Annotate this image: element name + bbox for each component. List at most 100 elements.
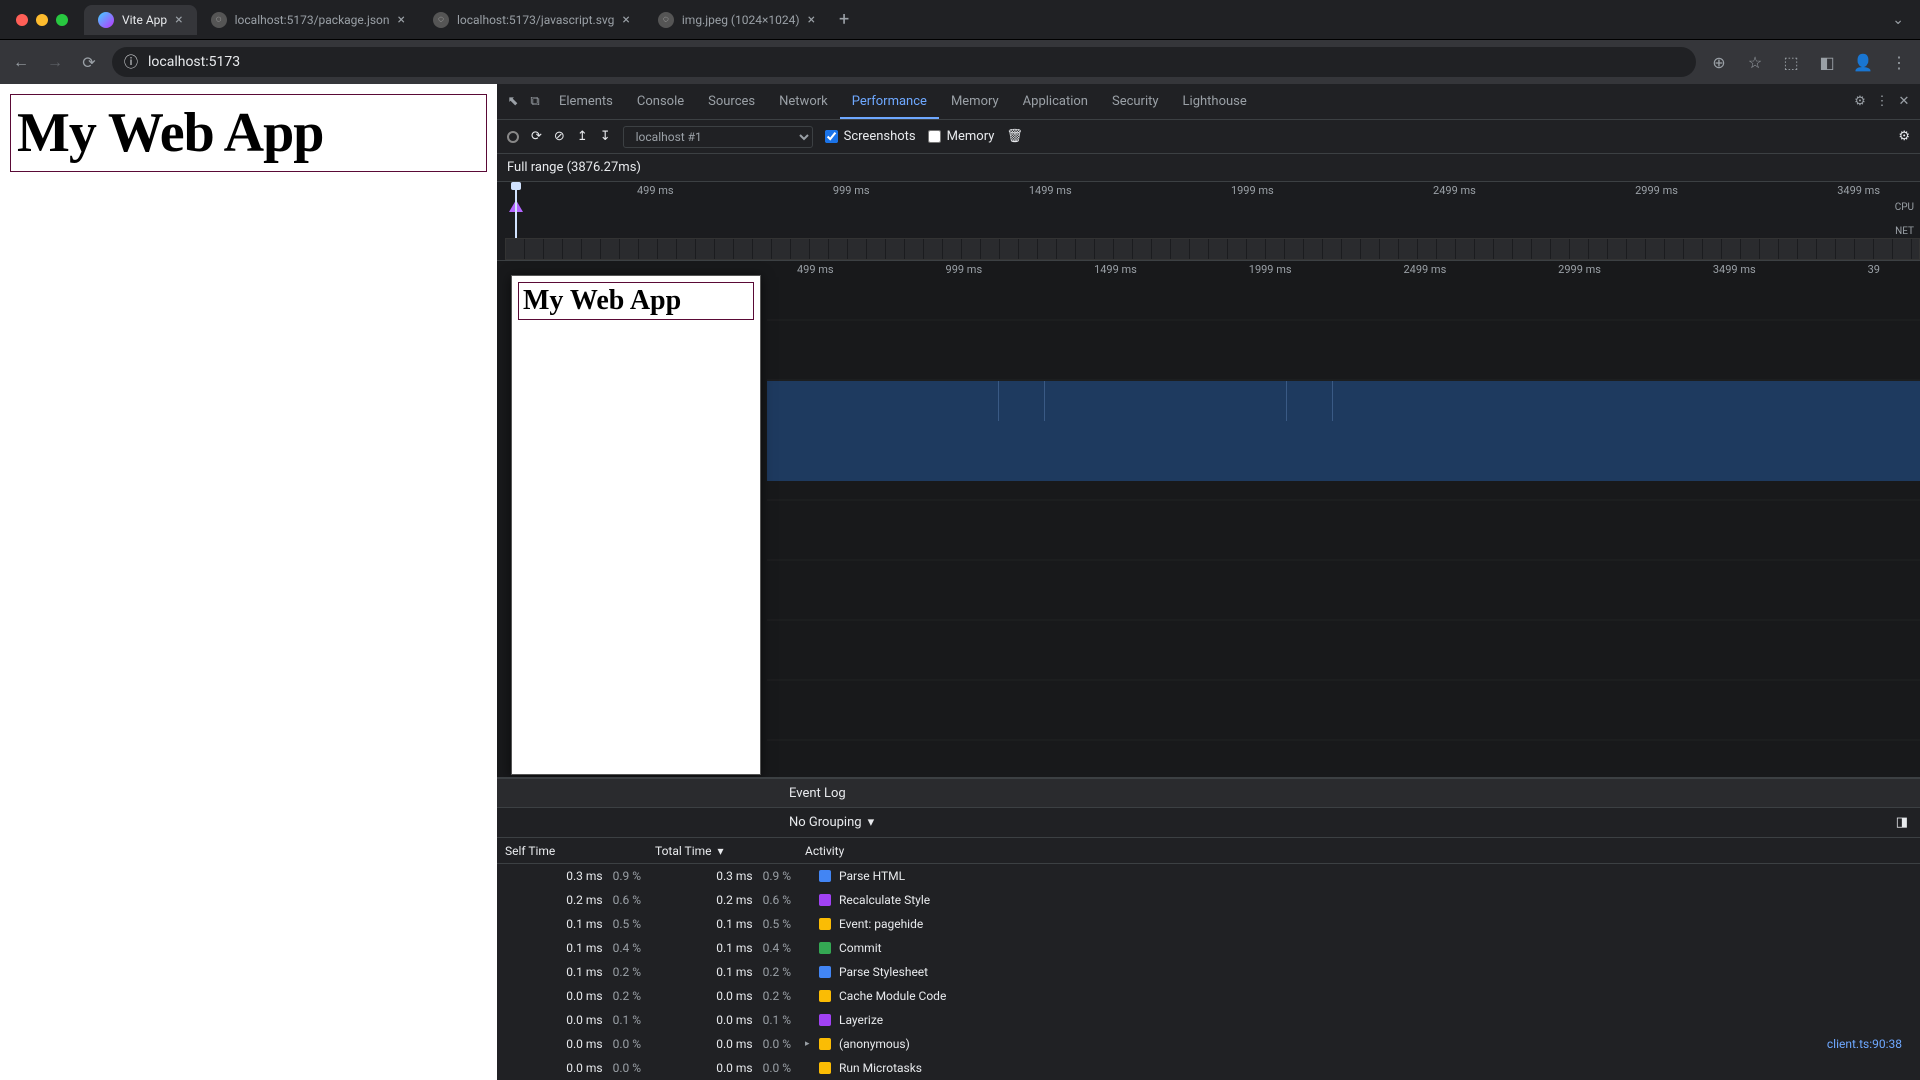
tab-overflow-button[interactable]: ⌄: [1892, 12, 1904, 28]
source-link[interactable]: client.ts:90:38: [1827, 1037, 1912, 1051]
col-activity[interactable]: Activity: [805, 844, 1912, 858]
activity-name: Event: pagehide: [839, 917, 923, 931]
activity-name: (anonymous): [839, 1037, 910, 1051]
filmstrip: [505, 238, 1920, 260]
table-row[interactable]: 0.3 ms0.9 % 0.3 ms0.9 % Parse HTML: [497, 864, 1920, 888]
activity-color-swatch: [819, 870, 831, 882]
main-thread-band: [767, 381, 1920, 481]
grouping-bar: No Grouping ▾ ◨: [497, 808, 1920, 838]
grouping-select[interactable]: No Grouping ▾: [789, 815, 874, 830]
expand-icon[interactable]: ▸: [805, 1039, 811, 1049]
menu-icon[interactable]: ⋮: [1888, 51, 1910, 73]
activity-color-swatch: [819, 990, 831, 1002]
site-info-icon[interactable]: ⓘ: [124, 52, 138, 72]
window-titlebar: Vite App×◌localhost:5173/package.json×◌l…: [0, 0, 1920, 40]
close-tab-icon[interactable]: ×: [808, 12, 815, 28]
zoom-icon[interactable]: ⊕: [1708, 51, 1730, 73]
activity-name: Parse Stylesheet: [839, 965, 928, 979]
devtools-panel: ⬉ ⧉ ElementsConsoleSourcesNetworkPerform…: [497, 84, 1920, 1080]
devtools-tab-sources[interactable]: Sources: [696, 86, 767, 117]
devtools-tab-security[interactable]: Security: [1100, 86, 1171, 117]
url-input[interactable]: ⓘ localhost:5173: [112, 47, 1696, 77]
download-button[interactable]: ↧: [600, 129, 611, 144]
devtools-tab-memory[interactable]: Memory: [939, 86, 1011, 117]
screenshot-heading: My Web App: [518, 282, 754, 320]
event-log-tab[interactable]: Event Log: [497, 778, 1920, 808]
maximize-window-button[interactable]: [56, 14, 68, 26]
collect-garbage-icon[interactable]: 🗑: [1006, 129, 1023, 144]
activity-color-swatch: [819, 894, 831, 906]
page-viewport: My Web App: [0, 84, 497, 1080]
devtools-tab-performance[interactable]: Performance: [840, 86, 939, 119]
sort-desc-icon: ▾: [718, 844, 724, 858]
toggle-pane-icon[interactable]: ◨: [1896, 815, 1908, 830]
tick-label: 999 ms: [833, 184, 870, 197]
table-row[interactable]: 0.1 ms0.5 % 0.1 ms0.5 % Event: pagehide: [497, 912, 1920, 936]
memory-checkbox-input[interactable]: [928, 130, 941, 143]
chevron-down-icon: ▾: [868, 815, 875, 830]
devtools-close-icon[interactable]: ✕: [1894, 94, 1914, 109]
devtools-menu-icon[interactable]: ⋮: [1872, 94, 1892, 109]
devtools-tab-application[interactable]: Application: [1011, 86, 1100, 117]
new-tab-button[interactable]: +: [829, 9, 859, 30]
tick-label: 1499 ms: [1029, 184, 1072, 197]
settings-icon[interactable]: ⚙: [1850, 94, 1870, 109]
back-button[interactable]: ←: [10, 51, 32, 73]
table-row[interactable]: 0.1 ms0.2 % 0.1 ms0.2 % Parse Stylesheet: [497, 960, 1920, 984]
overview-range-handle[interactable]: [515, 186, 517, 238]
devtools-tab-strip: ⬉ ⧉ ElementsConsoleSourcesNetworkPerform…: [497, 84, 1920, 120]
table-row[interactable]: 0.0 ms0.0 % 0.0 ms0.0 % ▸ (anonymous) cl…: [497, 1032, 1920, 1056]
activity-color-swatch: [819, 918, 831, 930]
tab-title: localhost:5173/package.json: [235, 13, 390, 27]
activity-color-swatch: [819, 1038, 831, 1050]
timeline-overview[interactable]: 499 ms999 ms1499 ms1999 ms2499 ms2999 ms…: [497, 181, 1920, 261]
favicon-icon: [98, 12, 114, 28]
browser-tabs: Vite App×◌localhost:5173/package.json×◌l…: [84, 0, 829, 39]
browser-tab[interactable]: ◌img.jpeg (1024×1024)×: [644, 5, 829, 35]
record-button[interactable]: [507, 131, 519, 143]
table-row[interactable]: 0.2 ms0.6 % 0.2 ms0.6 % Recalculate Styl…: [497, 888, 1920, 912]
activity-name: Cache Module Code: [839, 989, 946, 1003]
minimize-window-button[interactable]: [36, 14, 48, 26]
table-row[interactable]: 0.0 ms0.1 % 0.0 ms0.1 % Layerize: [497, 1008, 1920, 1032]
col-self-time[interactable]: Self Time: [505, 844, 655, 858]
close-tab-icon[interactable]: ×: [622, 12, 629, 28]
clear-button[interactable]: ⊘: [554, 129, 565, 144]
reload-button[interactable]: ⟳: [78, 51, 100, 73]
flame-chart[interactable]: 499 ms999 ms1499 ms1999 ms2499 ms2999 ms…: [497, 261, 1920, 778]
col-total-time[interactable]: Total Time ▾: [655, 844, 805, 858]
cpu-label: CPU: [1895, 202, 1914, 213]
screenshots-checkbox-input[interactable]: [825, 130, 838, 143]
table-row[interactable]: 0.0 ms0.2 % 0.0 ms0.2 % Cache Module Cod…: [497, 984, 1920, 1008]
devtools-tab-console[interactable]: Console: [625, 86, 696, 117]
memory-checkbox[interactable]: Memory: [928, 129, 995, 144]
inspect-icon[interactable]: ⬉: [503, 94, 523, 109]
close-window-button[interactable]: [16, 14, 28, 26]
table-row[interactable]: 0.0 ms0.0 % 0.0 ms0.0 % Run Microtasks: [497, 1056, 1920, 1080]
range-label: Full range (3876.27ms): [497, 154, 1920, 181]
traffic-lights: [0, 14, 84, 26]
bookmark-icon[interactable]: ☆: [1744, 51, 1766, 73]
table-row[interactable]: 0.1 ms0.4 % 0.1 ms0.4 % Commit: [497, 936, 1920, 960]
devtools-tab-network[interactable]: Network: [767, 86, 840, 117]
close-tab-icon[interactable]: ×: [397, 12, 404, 28]
browser-tab[interactable]: Vite App×: [84, 5, 197, 35]
profile-icon[interactable]: 👤: [1852, 51, 1874, 73]
performance-settings-icon[interactable]: ⚙: [1898, 129, 1910, 144]
browser-tab[interactable]: ◌localhost:5173/package.json×: [197, 5, 419, 35]
close-tab-icon[interactable]: ×: [175, 12, 182, 28]
favicon-icon: ◌: [658, 12, 674, 28]
recording-select[interactable]: localhost #1: [623, 126, 813, 148]
activity-name: Run Microtasks: [839, 1061, 922, 1075]
devtools-tab-elements[interactable]: Elements: [547, 86, 625, 117]
screenshots-checkbox[interactable]: Screenshots: [825, 129, 916, 144]
device-toggle-icon[interactable]: ⧉: [525, 94, 545, 109]
sidepanel-icon[interactable]: ◧: [1816, 51, 1838, 73]
activity-name: Recalculate Style: [839, 893, 930, 907]
devtools-tab-lighthouse[interactable]: Lighthouse: [1171, 86, 1259, 117]
upload-button[interactable]: ↥: [577, 129, 588, 144]
browser-tab[interactable]: ◌localhost:5173/javascript.svg×: [419, 5, 644, 35]
forward-button[interactable]: →: [44, 51, 66, 73]
reload-record-button[interactable]: ⟳: [531, 129, 542, 144]
extensions-icon[interactable]: ⬚: [1780, 51, 1802, 73]
